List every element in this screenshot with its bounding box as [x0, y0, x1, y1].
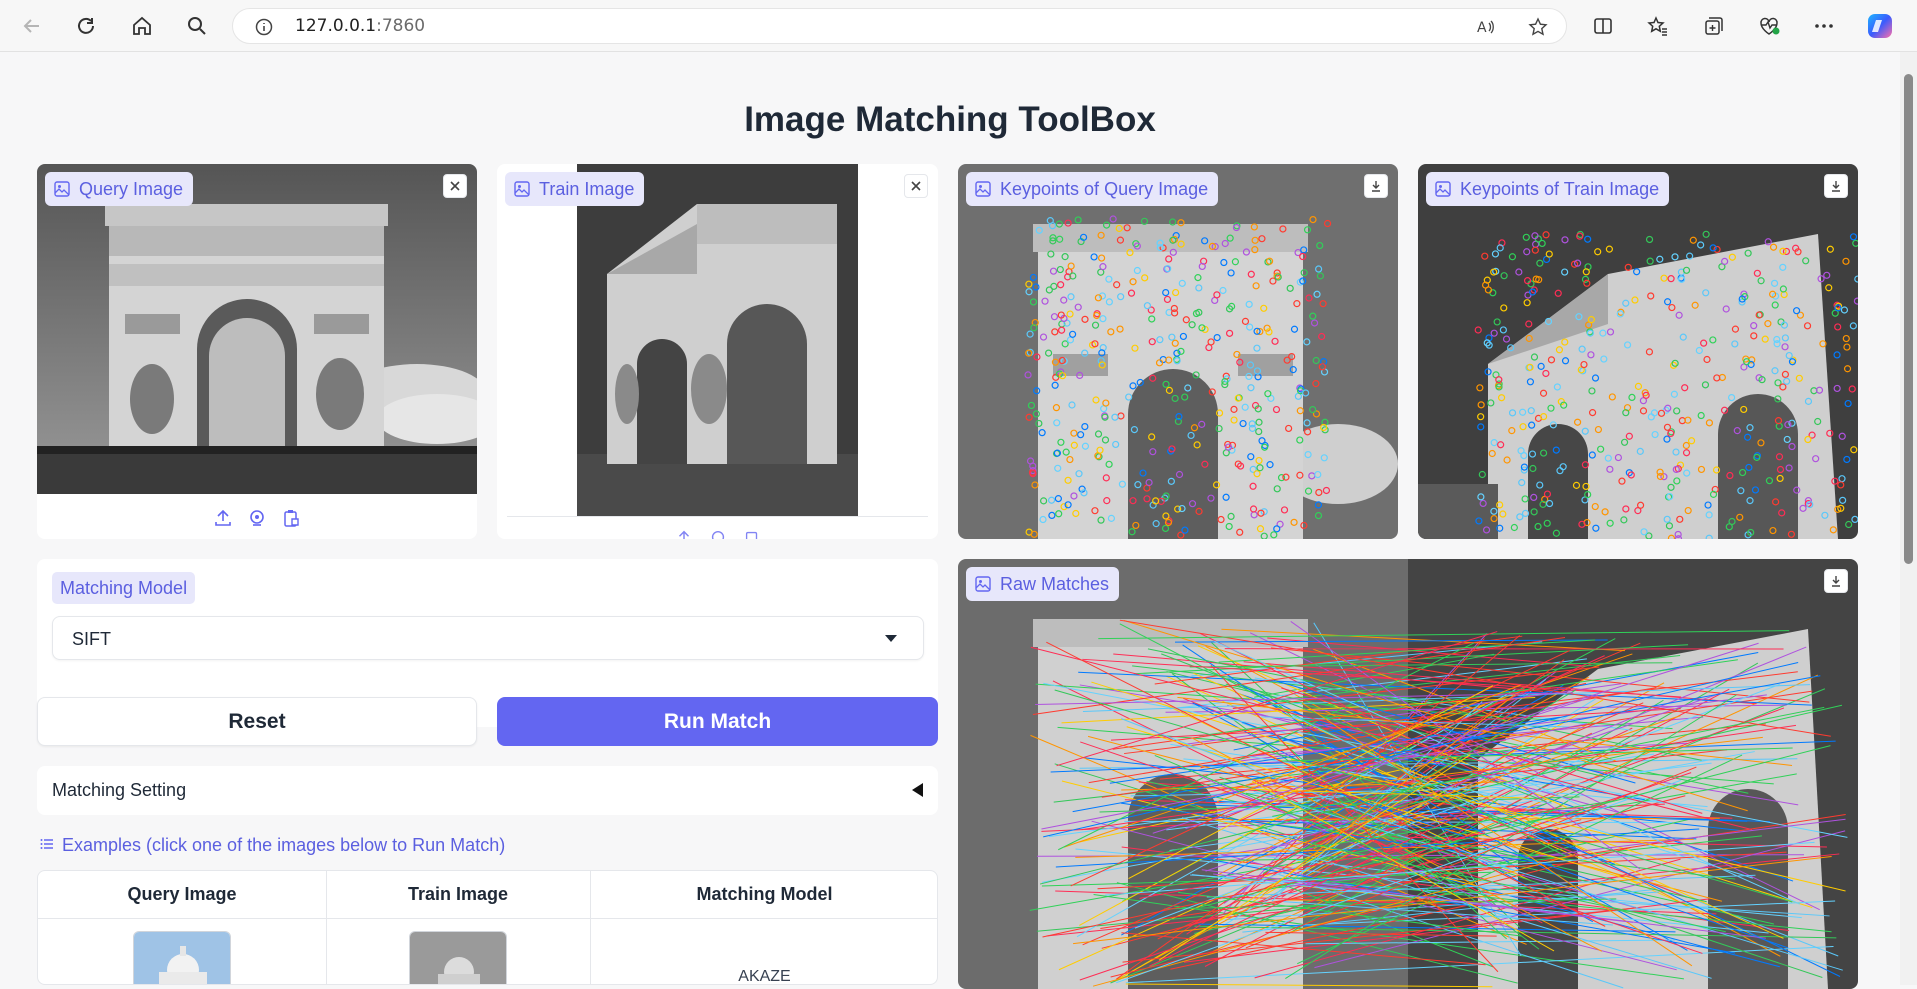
keypoints-train-panel: Keypoints of Train Image: [1418, 164, 1858, 539]
upload-icon[interactable]: [673, 527, 695, 539]
page-scrollbar[interactable]: [1900, 52, 1917, 985]
keypoints-train-image: [1418, 164, 1858, 539]
run-match-button[interactable]: Run Match: [497, 697, 938, 746]
keypoints-query-panel: Keypoints of Query Image: [958, 164, 1398, 539]
refresh-icon[interactable]: [72, 12, 100, 40]
matching-model-select[interactable]: SIFT: [52, 616, 924, 660]
keypoints-train-label-text: Keypoints of Train Image: [1460, 179, 1659, 200]
download-icon[interactable]: [1824, 569, 1848, 593]
webcam-icon[interactable]: [246, 507, 268, 529]
raw-matches-image: [958, 559, 1858, 989]
collapse-arrow-icon[interactable]: [912, 783, 923, 797]
keypoints-train-label: Keypoints of Train Image: [1426, 172, 1669, 206]
image-icon: [974, 575, 992, 593]
matching-setting-title: Matching Setting: [52, 780, 186, 801]
train-image-label-text: Train Image: [539, 179, 634, 200]
column-header-train: Train Image: [326, 871, 590, 919]
url-port: :7860: [376, 16, 425, 36]
keypoints-query-label-text: Keypoints of Query Image: [1000, 179, 1208, 200]
keypoints-query-label: Keypoints of Query Image: [966, 172, 1218, 206]
raw-matches-label: Raw Matches: [966, 567, 1119, 601]
query-image-panel[interactable]: Query Image: [37, 164, 477, 539]
clipboard-icon[interactable]: [280, 507, 302, 529]
clipboard-icon[interactable]: [741, 527, 763, 539]
query-input-footer: [37, 507, 477, 529]
search-icon[interactable]: [183, 12, 211, 40]
query-image-label-text: Query Image: [79, 179, 183, 200]
address-bar[interactable]: 127.0.0.1:7860 A: [232, 8, 1567, 44]
matching-model-label: Matching Model: [52, 572, 195, 604]
column-header-query: Query Image: [38, 871, 326, 919]
raw-matches-label-text: Raw Matches: [1000, 574, 1109, 595]
column-header-model: Matching Model: [590, 871, 938, 919]
home-icon[interactable]: [128, 12, 156, 40]
download-icon[interactable]: [1364, 174, 1388, 198]
image-icon: [53, 180, 71, 198]
example-train-thumbnail[interactable]: [409, 931, 507, 985]
example-model-cell[interactable]: AKAZE: [590, 968, 938, 985]
column-divider: [326, 871, 327, 985]
image-icon: [974, 180, 992, 198]
reset-button[interactable]: Reset: [37, 697, 477, 746]
browser-toolbar: 127.0.0.1:7860 A: [0, 0, 1917, 52]
scrollbar-thumb[interactable]: [1904, 74, 1913, 564]
example-query-thumbnail[interactable]: [133, 931, 231, 985]
url-host: 127.0.0.1: [295, 16, 376, 36]
raw-matches-panel: Raw Matches: [958, 559, 1858, 989]
close-icon[interactable]: [904, 174, 928, 198]
page-content: Image Matching ToolBox Query Image: [0, 52, 1900, 985]
query-image-photo[interactable]: [37, 164, 477, 494]
query-image-label: Query Image: [45, 172, 193, 206]
favorites-icon[interactable]: [1644, 12, 1672, 40]
image-icon: [513, 180, 531, 198]
page-title: Image Matching ToolBox: [0, 100, 1900, 140]
train-image-photo[interactable]: [577, 164, 858, 516]
list-icon: [40, 835, 54, 856]
chevron-down-icon[interactable]: [885, 635, 897, 642]
copilot-icon[interactable]: [1866, 12, 1894, 40]
image-icon: [1434, 180, 1452, 198]
back-icon[interactable]: [18, 12, 46, 40]
read-aloud-icon[interactable]: A: [1476, 17, 1496, 42]
collections-icon[interactable]: [1700, 12, 1728, 40]
close-icon[interactable]: [443, 174, 467, 198]
train-input-footer: [497, 527, 938, 539]
train-image-panel[interactable]: Train Image: [497, 164, 938, 539]
url-text: 127.0.0.1:7860: [295, 16, 425, 36]
examples-heading: Examples (click one of the images below …: [40, 835, 505, 856]
performance-icon[interactable]: [1755, 12, 1783, 40]
favorite-star-icon[interactable]: [1528, 17, 1548, 42]
info-icon[interactable]: [255, 18, 273, 41]
split-screen-icon[interactable]: [1589, 12, 1617, 40]
matching-setting-accordion[interactable]: Matching Setting: [37, 766, 938, 815]
svg-text:A: A: [1477, 20, 1487, 36]
webcam-icon[interactable]: [707, 527, 729, 539]
examples-heading-text: Examples (click one of the images below …: [62, 835, 505, 856]
examples-table: Query Image Train Image Matching Model A…: [37, 870, 938, 985]
more-icon[interactable]: [1810, 12, 1838, 40]
download-icon[interactable]: [1824, 174, 1848, 198]
upload-icon[interactable]: [212, 507, 234, 529]
matching-model-value: SIFT: [72, 629, 111, 650]
train-divider: [507, 516, 928, 517]
train-image-label: Train Image: [505, 172, 644, 206]
keypoints-query-image: [958, 164, 1398, 539]
